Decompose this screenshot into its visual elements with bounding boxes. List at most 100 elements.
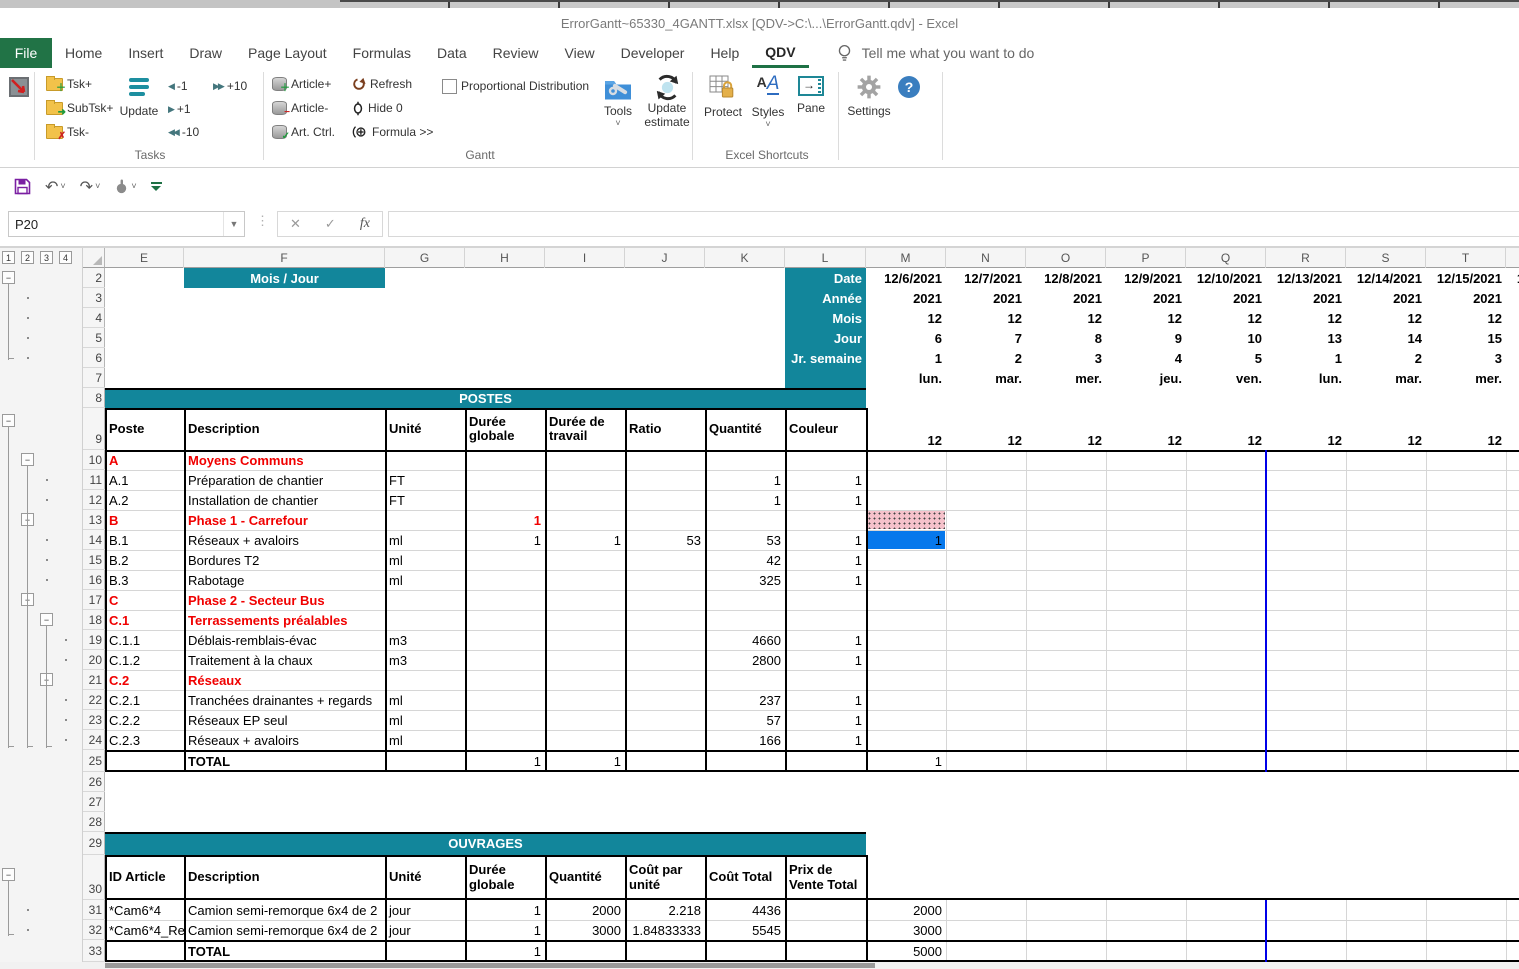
cell-N6[interactable]: 2: [946, 348, 1026, 368]
row-header-3[interactable]: 3: [83, 288, 105, 308]
cell-K31[interactable]: 4436: [705, 900, 785, 920]
cell-T9[interactable]: 12: [1426, 408, 1506, 450]
cell-T5[interactable]: 15: [1426, 328, 1506, 348]
cell-G14[interactable]: ml: [385, 530, 465, 550]
cell-L15[interactable]: 1: [785, 550, 866, 570]
cell-I14[interactable]: 1: [545, 530, 625, 550]
cell-L19[interactable]: 1: [785, 630, 866, 650]
outline-level-button-1[interactable]: 1: [2, 251, 15, 264]
cell-J30[interactable]: Coût par unité: [625, 855, 705, 900]
cell-R7[interactable]: lun.: [1266, 368, 1346, 388]
cell-G12[interactable]: FT: [385, 490, 465, 510]
row-header-26[interactable]: 26: [83, 772, 105, 792]
cell-E17[interactable]: C: [105, 590, 184, 610]
row-header-31[interactable]: 31: [83, 900, 105, 920]
cell-G32[interactable]: jour: [385, 920, 465, 940]
row-header-29[interactable]: 29: [83, 832, 105, 855]
cell-H31[interactable]: 1: [465, 900, 545, 920]
cell-K22[interactable]: 237: [705, 690, 785, 710]
row-header-11[interactable]: 11: [83, 470, 105, 490]
row-header-19[interactable]: 19: [83, 630, 105, 650]
cell-K14[interactable]: 53: [705, 530, 785, 550]
row-header-9[interactable]: 9: [83, 408, 105, 450]
outline-collapse-button[interactable]: −: [2, 271, 15, 284]
cell-L5[interactable]: Jour: [785, 328, 866, 348]
row-header-33[interactable]: 33: [83, 940, 105, 962]
cell-M3[interactable]: 2021: [866, 288, 946, 308]
outline-collapse-button[interactable]: −: [21, 453, 34, 466]
cell-R2[interactable]: 12/13/2021: [1266, 268, 1346, 288]
cell-E24[interactable]: C.2.3: [105, 730, 184, 750]
cell-I9[interactable]: Durée de travail: [545, 408, 625, 450]
outline-level-button-3[interactable]: 3: [40, 251, 53, 264]
cell-F33[interactable]: TOTAL: [184, 940, 385, 962]
cell-L14[interactable]: 1: [785, 530, 866, 550]
cell-F21[interactable]: Réseaux: [184, 670, 385, 690]
cell-T3[interactable]: 2021: [1426, 288, 1506, 308]
cell-L4[interactable]: Mois: [785, 308, 866, 328]
cell-S2[interactable]: 12/14/2021: [1346, 268, 1426, 288]
cell-M4[interactable]: 12: [866, 308, 946, 328]
cell-F12[interactable]: Installation de chantier: [184, 490, 385, 510]
cell-F32[interactable]: Camion semi-remorque 6x4 de 2: [184, 920, 385, 940]
cell-F20[interactable]: Traitement à la chaux: [184, 650, 385, 670]
row-header-12[interactable]: 12: [83, 490, 105, 510]
cell-K12[interactable]: 1: [705, 490, 785, 510]
cell-O9[interactable]: 12: [1026, 408, 1106, 450]
row-header-32[interactable]: 32: [83, 920, 105, 940]
cell-G11[interactable]: FT: [385, 470, 465, 490]
cell-F9[interactable]: Description: [184, 408, 385, 450]
cell-G9[interactable]: Unité: [385, 408, 465, 450]
cell-Q3[interactable]: 2021: [1186, 288, 1266, 308]
cell-L3[interactable]: Année: [785, 288, 866, 308]
cell-K32[interactable]: 5545: [705, 920, 785, 940]
cell-E18[interactable]: C.1: [105, 610, 184, 630]
cell-S7[interactable]: mar.: [1346, 368, 1426, 388]
cell-R9[interactable]: 12: [1266, 408, 1346, 450]
cell-F11[interactable]: Préparation de chantier: [184, 470, 385, 490]
cell-L22[interactable]: 1: [785, 690, 866, 710]
column-header-E[interactable]: E: [105, 248, 184, 268]
cell-G15[interactable]: ml: [385, 550, 465, 570]
cell-F22[interactable]: Tranchées drainantes + regards: [184, 690, 385, 710]
cell-J14[interactable]: 53: [625, 530, 705, 550]
cell-N9[interactable]: 12: [946, 408, 1026, 450]
row-header-2[interactable]: 2: [83, 268, 105, 288]
column-header-F[interactable]: F: [184, 248, 385, 268]
cell-I30[interactable]: Quantité: [545, 855, 625, 900]
row-header-6[interactable]: 6: [83, 348, 105, 368]
cell-M33[interactable]: 5000: [866, 940, 946, 962]
cell-K24[interactable]: 166: [705, 730, 785, 750]
cell-G31[interactable]: jour: [385, 900, 465, 920]
cell-O4[interactable]: 12: [1026, 308, 1106, 328]
cell-F15[interactable]: Bordures T2: [184, 550, 385, 570]
cell-N2[interactable]: 12/7/2021: [946, 268, 1026, 288]
cell-O7[interactable]: mer.: [1026, 368, 1106, 388]
column-header-S[interactable]: S: [1346, 248, 1426, 268]
cell-L23[interactable]: 1: [785, 710, 866, 730]
cell-M32[interactable]: 3000: [866, 920, 946, 940]
cell-M7[interactable]: lun.: [866, 368, 946, 388]
cell-H32[interactable]: 1: [465, 920, 545, 940]
cell-K15[interactable]: 42: [705, 550, 785, 570]
cell-Q4[interactable]: 12: [1186, 308, 1266, 328]
row-header-5[interactable]: 5: [83, 328, 105, 348]
cell-M2[interactable]: 12/6/2021: [866, 268, 946, 288]
cell-S3[interactable]: 2021: [1346, 288, 1426, 308]
column-header-H[interactable]: H: [465, 248, 545, 268]
column-header-N[interactable]: N: [946, 248, 1026, 268]
cell-E31[interactable]: *Cam6*4: [105, 900, 184, 920]
cell-R5[interactable]: 13: [1266, 328, 1346, 348]
row-header-14[interactable]: 14: [83, 530, 105, 550]
column-header-P[interactable]: P: [1106, 248, 1186, 268]
column-header-I[interactable]: I: [545, 248, 625, 268]
outline-collapse-button[interactable]: −: [40, 613, 53, 626]
outline-collapse-button[interactable]: −: [2, 868, 15, 881]
column-header-O[interactable]: O: [1026, 248, 1106, 268]
column-header-J[interactable]: J: [625, 248, 705, 268]
cell-P5[interactable]: 9: [1106, 328, 1186, 348]
cell-I31[interactable]: 2000: [545, 900, 625, 920]
cell-J31[interactable]: 2.218: [625, 900, 705, 920]
row-header-21[interactable]: 21: [83, 670, 105, 690]
horizontal-scrollbar[interactable]: [0, 962, 1519, 969]
